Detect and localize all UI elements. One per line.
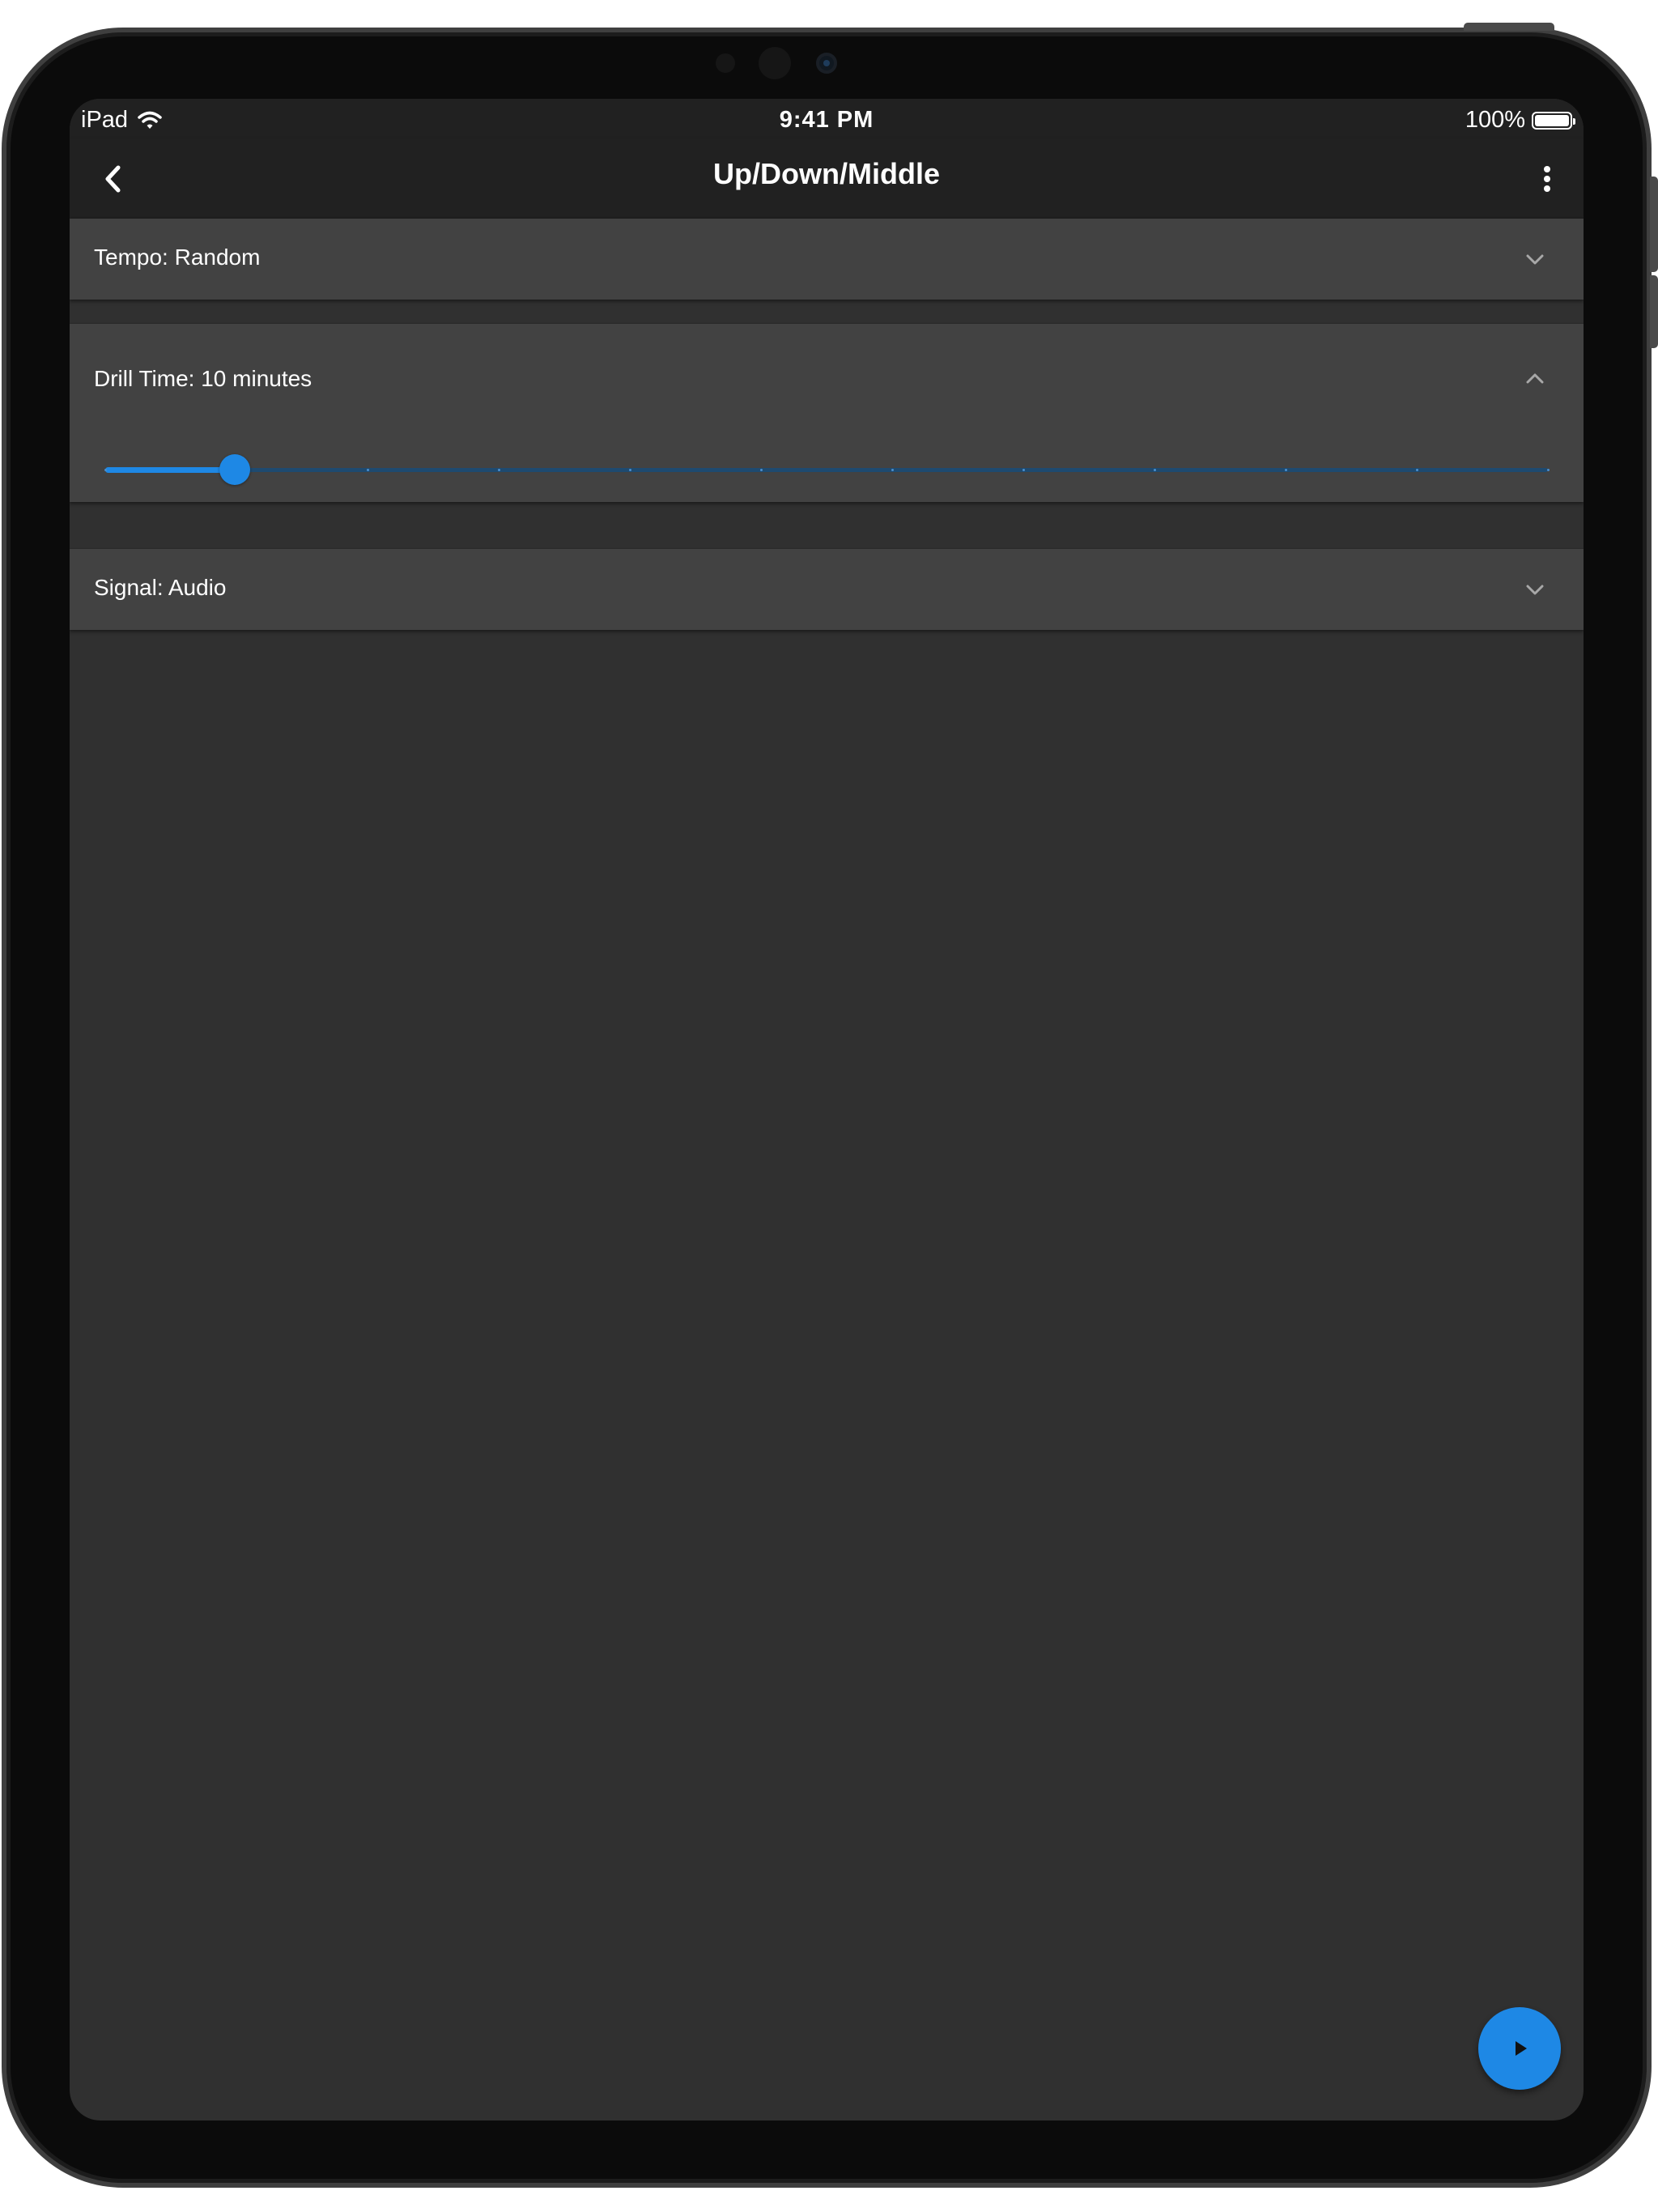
slider-tick xyxy=(629,469,631,471)
signal-label: Signal: Audio xyxy=(94,575,227,600)
screen: iPad 9:41 PM 100% Up/Down/Middle Tempo: … xyxy=(70,99,1584,2121)
slider-tick xyxy=(1547,469,1550,471)
slider-tick xyxy=(1285,469,1287,471)
status-time: 9:41 PM xyxy=(779,107,874,133)
signal-panel[interactable]: Signal: Audio xyxy=(70,549,1584,630)
app-bar: Up/Down/Middle xyxy=(70,139,1584,219)
battery-icon xyxy=(1532,111,1575,130)
slider-tick xyxy=(1416,469,1418,471)
battery-fill xyxy=(1535,114,1569,126)
slider-thumb[interactable] xyxy=(219,454,251,485)
battery-percent: 100% xyxy=(1465,107,1525,133)
slider-tick xyxy=(760,469,763,471)
sensor xyxy=(759,47,791,79)
chevron-down-icon[interactable] xyxy=(1522,246,1548,272)
sensor xyxy=(716,53,735,73)
chevron-down-icon[interactable] xyxy=(1522,576,1548,602)
more-vertical-icon xyxy=(1544,166,1550,192)
play-button[interactable] xyxy=(1478,2007,1561,2090)
slider-tick xyxy=(498,469,500,471)
volume-down-button xyxy=(1650,275,1658,348)
tempo-panel[interactable]: Tempo: Random xyxy=(70,219,1584,300)
play-icon xyxy=(1516,2041,1527,2056)
slider-tick xyxy=(367,469,369,471)
drill-time-panel[interactable]: Drill Time: 10 minutes xyxy=(70,324,1584,502)
status-bar: iPad 9:41 PM 100% xyxy=(70,99,1584,139)
volume-up-button xyxy=(1650,177,1658,272)
drill-time-label: Drill Time: 10 minutes xyxy=(94,366,312,391)
status-right: 100% xyxy=(1465,107,1575,134)
slider-tick xyxy=(1154,469,1156,471)
slider-track xyxy=(105,468,1548,472)
slider-active-track xyxy=(105,467,236,473)
front-camera xyxy=(816,53,837,74)
slider-tick xyxy=(891,469,894,471)
more-options-button[interactable] xyxy=(1527,159,1567,199)
top-button xyxy=(1464,23,1554,31)
slider-tick xyxy=(1022,469,1025,471)
tempo-label: Tempo: Random xyxy=(94,245,261,270)
chevron-up-icon[interactable] xyxy=(1522,366,1548,392)
slider-tick xyxy=(104,469,107,471)
drill-time-slider[interactable] xyxy=(104,453,1550,486)
page-title: Up/Down/Middle xyxy=(713,157,940,190)
